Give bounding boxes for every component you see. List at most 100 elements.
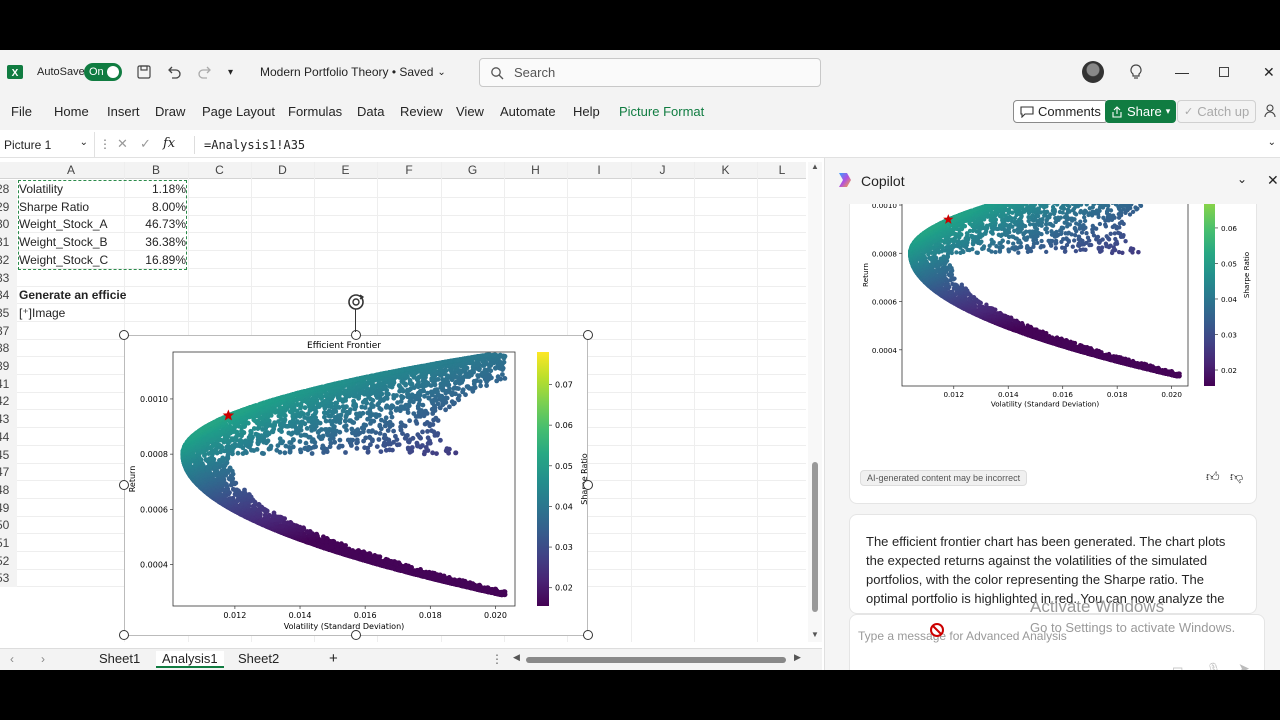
cell-a[interactable]: Weight_Stock_B (19, 233, 108, 251)
column-header-g[interactable]: G (441, 162, 504, 179)
cell-a[interactable]: Volatility (19, 180, 63, 198)
cell-b[interactable] (125, 269, 186, 287)
row-header[interactable]: 31 (0, 233, 17, 252)
confirm-formula-icon[interactable]: ✓ (140, 136, 151, 152)
column-header-c[interactable]: C (188, 162, 251, 179)
column-header-a[interactable]: A (18, 162, 124, 179)
row-header[interactable]: 29 (0, 197, 17, 216)
share-button[interactable]: Share ▾ (1105, 100, 1177, 123)
cell-a[interactable]: Weight_Stock_C (19, 251, 108, 269)
row-header[interactable]: 41 (0, 374, 17, 393)
column-header-l[interactable]: L (757, 162, 806, 179)
tab-home[interactable]: Home (54, 104, 89, 119)
efficient-frontier-chart: Efficient Frontier0.012 0.014 0.016 0.018 0.… (128, 341, 589, 631)
cell-b[interactable]: 16.89% (125, 251, 186, 269)
search-icon (491, 66, 504, 79)
row-header[interactable]: 50 (0, 516, 17, 535)
chevron-down-icon: ⌄ (437, 66, 446, 78)
expand-formula-icon[interactable]: ⌄ (1268, 137, 1276, 148)
row-header[interactable]: 35 (0, 303, 17, 322)
row-header[interactable]: 39 (0, 357, 17, 375)
scatter-point (228, 496, 234, 501)
column-header-h[interactable]: H (504, 162, 567, 179)
column-header-k[interactable]: K (694, 162, 757, 179)
tab-help[interactable]: Help (573, 104, 600, 119)
tab-review[interactable]: Review (400, 104, 443, 119)
scatter-point (309, 451, 315, 456)
row-header[interactable]: 53 (0, 569, 17, 588)
column-header-i[interactable]: I (567, 162, 631, 179)
row-header[interactable]: 44 (0, 427, 17, 446)
undo-icon[interactable] (166, 50, 182, 94)
row-header[interactable]: 33 (0, 268, 17, 287)
row-header[interactable]: 43 (0, 410, 17, 429)
cell-a[interactable]: [⁺]Image (19, 304, 65, 322)
row-header[interactable]: 34 (0, 286, 17, 305)
cell-a[interactable]: Weight_Stock_A (19, 215, 108, 233)
scatter-point (319, 427, 324, 432)
scatter-point (348, 407, 353, 413)
tab-picture-format[interactable]: Picture Format (619, 104, 704, 119)
tab-draw[interactable]: Draw (155, 104, 185, 119)
tab-data[interactable]: Data (357, 104, 384, 119)
column-header-e[interactable]: E (314, 162, 377, 179)
row-header[interactable]: 45 (0, 445, 17, 464)
autosave-toggle[interactable]: On (84, 50, 122, 94)
cell-b[interactable] (125, 304, 186, 322)
close-icon[interactable]: ✕ (1263, 50, 1275, 94)
scatter-point (377, 422, 383, 428)
tab-view[interactable]: View (456, 104, 484, 119)
avatar[interactable] (1082, 50, 1104, 94)
row-header[interactable]: 49 (0, 498, 17, 517)
row-header[interactable]: 37 (0, 321, 17, 340)
cell-b[interactable]: 1.18% (125, 180, 186, 198)
row-header[interactable]: 38 (0, 339, 17, 358)
name-box[interactable]: Picture 1 ⌄ (0, 132, 95, 158)
tab-formulas[interactable]: Formulas (288, 104, 342, 119)
formula-input[interactable]: =Analysis1!A35 (204, 138, 305, 152)
scatter-point (359, 404, 365, 410)
tab-page-layout[interactable]: Page Layout (202, 104, 275, 119)
maximize-icon[interactable] (1219, 50, 1229, 94)
cell-b[interactable]: 36.38% (125, 233, 186, 251)
save-icon[interactable] (136, 50, 152, 94)
row-header[interactable]: 32 (0, 250, 17, 269)
cell-a[interactable]: Sharpe Ratio (19, 198, 89, 216)
cell-b[interactable] (125, 286, 186, 304)
insert-function-icon[interactable]: fx (163, 136, 175, 151)
column-header-j[interactable]: J (631, 162, 694, 179)
catch-up-button[interactable]: ✓ Catch up (1177, 100, 1257, 123)
document-title[interactable]: Modern Portfolio Theory • Saved ⌄ (260, 50, 446, 94)
people-icon[interactable] (1264, 104, 1278, 121)
comments-button[interactable]: Comments (1013, 100, 1108, 123)
column-header-d[interactable]: D (251, 162, 314, 179)
cell-b[interactable]: 46.73% (125, 215, 186, 233)
row-header[interactable]: 28 (0, 180, 17, 198)
tab-file[interactable]: File (11, 104, 32, 119)
search-box[interactable]: Search (479, 58, 821, 87)
minimize-icon[interactable]: — (1175, 50, 1189, 94)
column-header-b[interactable]: B (124, 162, 188, 179)
grid-row: 30Weight_Stock_A 46.73% (0, 215, 806, 234)
scatter-point (277, 436, 283, 442)
row-header[interactable]: 51 (0, 534, 17, 552)
efficient-frontier-picture[interactable]: Efficient Frontier 0.012 0.014 0.016 0.018 0.… (124, 335, 589, 636)
more-options-icon[interactable]: ⋮ (99, 137, 111, 151)
column-header-f[interactable]: F (377, 162, 441, 179)
cell-a[interactable]: Generate an efficie (19, 286, 126, 304)
select-all-corner[interactable] (0, 162, 18, 179)
row-header[interactable]: 48 (0, 480, 17, 499)
spreadsheet-grid[interactable]: ABCDEFGHIJKL 28Volatility 1.18% 29Sharpe R… (0, 162, 806, 642)
redo-icon[interactable] (197, 50, 213, 94)
row-header[interactable]: 42 (0, 392, 17, 411)
row-header[interactable]: 30 (0, 215, 17, 234)
tab-insert[interactable]: Insert (107, 104, 140, 119)
tab-automate[interactable]: Automate (500, 104, 556, 119)
row-header[interactable]: 52 (0, 551, 17, 570)
row-header[interactable]: 47 (0, 463, 17, 482)
scatter-point (335, 413, 341, 419)
lightbulb-icon[interactable] (1129, 50, 1143, 94)
cell-b[interactable]: 8.00% (125, 198, 186, 216)
customize-toolbar-icon[interactable]: ▾ (228, 50, 233, 94)
cancel-formula-icon[interactable]: ✕ (117, 136, 128, 152)
